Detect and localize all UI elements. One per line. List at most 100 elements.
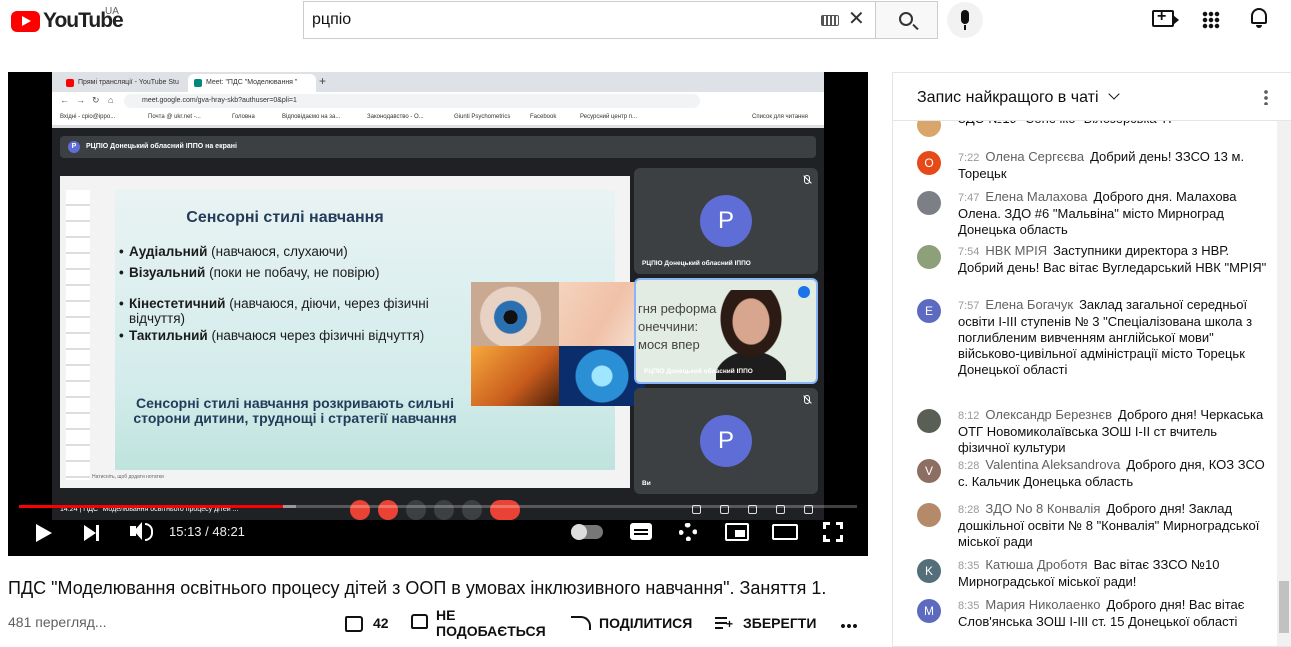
chat-messages[interactable]: ЗДО №19 "Сонечко" Білозерська ТГ О 7:22 Оле… [893,121,1277,646]
chat-author-avatar[interactable]: V [917,459,941,483]
chat-author-avatar[interactable]: K [917,559,941,583]
search-input[interactable] [312,11,802,29]
chat-scrollbar[interactable] [1277,121,1291,646]
speaker-background: гня реформа онеччини: мося впер [638,301,717,352]
presenter-avatar: P [68,141,80,153]
chat-timestamp: 8:35 [958,560,980,572]
chat-author-avatar[interactable] [917,191,941,215]
video-title: ПДС "Моделювання освітнього процесу діте… [8,578,827,598]
chat-scroll-thumb[interactable] [1279,581,1289,633]
share-button[interactable]: ПОДІЛИТИСЯ [599,615,692,631]
dislike-icon[interactable] [411,614,428,629]
speaker-video [716,290,786,380]
chat-message-body: 7:54 НВК МРІЯ Заступники директора з НВР. … [958,243,1267,276]
volume-icon[interactable] [130,522,153,541]
bookmark: Відповідаємо на за... [282,114,341,120]
chat-author-avatar[interactable]: E [917,299,941,323]
notifications-bell-icon[interactable] [1250,8,1268,28]
chat-author-name[interactable]: Олена Сергєєва [985,149,1084,164]
chat-message-body: 8:28 ЗДО No 8 Конвалія Доброго дня! Заклад… [958,501,1267,550]
chat-message-body: 8:28 Valentina Aleksandrova Доброго дня, К… [958,457,1267,490]
new-tab-icon: + [319,74,327,88]
chat-author-avatar[interactable]: О [917,151,941,175]
share-icon[interactable] [571,616,591,630]
create-video-icon[interactable] [1152,8,1179,27]
chat-message: E 7:57 Елена Богачук Заклад загальної серед… [917,297,1267,378]
keyboard-icon[interactable] [821,15,839,26]
apps-grid-icon[interactable] [1202,11,1220,29]
hang-up-icon [490,500,520,520]
video-player[interactable]: Прямі трансляції - YouTube Stu Meet: "ПД… [8,72,868,556]
reload-icon: ↻ [92,95,100,105]
chat-message: M 8:35 Мария Николаенко Доброго дня! Вас ві… [917,597,1267,630]
live-chat-replay: Запис найкращого в чаті ЗДО №19 "Сонечко… [892,72,1291,647]
chat-author-avatar[interactable] [917,409,941,433]
miniplayer-icon[interactable] [725,523,749,541]
bookmark: Список для читання [752,114,808,120]
chat-author-name[interactable]: Олександр Березнєв [985,407,1112,422]
dislike-button[interactable]: НЕ ПОДОБАЄТЬСЯ [436,607,546,639]
chat-message-body: ЗДО №19 "Сонечко" Білозерська ТГ [958,121,1267,127]
chat-timestamp: 7:22 [958,152,980,164]
more-actions-icon[interactable] [840,624,858,628]
chat-message: 8:28 ЗДО No 8 Конвалія Доброго дня! Заклад… [917,501,1267,550]
muted-mic-icon [804,175,810,184]
speaking-indicator-icon [798,286,810,298]
like-count[interactable]: 42 [373,615,389,631]
progress-bar[interactable] [19,505,857,508]
chat-author-name[interactable]: Катюша Дроботя [985,557,1087,572]
bookmark: Facebook [530,114,557,120]
settings-gear-icon[interactable] [679,523,697,541]
chat-mode-selector[interactable]: Запис найкращого в чаті [917,89,1099,107]
chat-author-name[interactable]: Valentina Aleksandrova [985,457,1120,472]
presenting-banner: P РЦПІО Донецький обласний ІППО на екран… [60,136,816,158]
address-bar: meet.google.com/gva-hray-skb?authuser=0&… [124,94,700,108]
bookmark: Ресурсний центр п... [580,114,638,120]
next-video-icon[interactable] [84,525,99,541]
search-button[interactable] [875,1,938,39]
chat-timestamp: 8:28 [958,504,980,516]
time-display: 15:13 / 48:21 [169,524,245,539]
subtitles-icon[interactable] [630,523,652,540]
chat-message-body: 7:47 Елена Малахова Доброго дня. Малахова … [958,189,1267,238]
country-code: UA [105,6,119,17]
youtube-play-icon [11,10,40,32]
slide-bullet: Кінестетичний (навчаюся, діючи, через фі… [119,296,429,326]
chat-author-name[interactable]: Елена Богачук [985,297,1073,312]
chat-author-name[interactable]: НВК МРІЯ [985,243,1047,258]
chat-message-body: 8:35 Мария Николаенко Доброго дня! Вас віт… [958,597,1267,630]
chat-message-body: 8:35 Катюша Дроботя Вас вітає ЗЗСО №10 Мир… [958,557,1267,590]
save-button[interactable]: ЗБЕРЕГТИ [743,615,816,631]
mic-off-icon [350,500,370,520]
chat-author-name[interactable]: ЗДО No 8 Конвалія [985,501,1100,516]
voice-search-button[interactable] [947,2,983,38]
bookmark: Вхідні - cpio@ippo... [60,114,116,120]
eye-photo [471,282,559,346]
clear-search-icon[interactable]: ✕ [848,9,865,29]
autoplay-toggle[interactable] [571,524,603,540]
chat-author-avatar[interactable] [917,503,941,527]
chevron-down-icon[interactable] [1108,88,1120,100]
slide-bullet: Візуальний (поки не побачу, не повірю) [119,265,429,280]
chat-timestamp: 7:54 [958,246,980,258]
home-icon: ⌂ [108,95,114,105]
youtube-tab-icon [66,79,74,87]
raise-hand-icon [406,500,426,520]
chat-message: ЗДО №19 "Сонечко" Білозерська ТГ [917,121,1267,137]
chat-timestamp: 7:57 [958,300,980,312]
chat-author-avatar[interactable] [917,245,941,269]
fullscreen-icon[interactable] [823,522,843,542]
chat-author-name[interactable]: Мария Николаенко [985,597,1100,612]
theater-mode-icon[interactable] [772,524,798,540]
play-icon[interactable] [36,524,52,542]
search-box: ✕ [303,1,876,39]
chat-author-avatar[interactable]: M [917,599,941,623]
participant-avatar: P [700,415,752,467]
view-count[interactable]: 481 перегляд... [8,614,107,630]
save-to-playlist-icon[interactable] [715,617,733,630]
chat-menu-icon[interactable] [1264,89,1268,105]
chat-message-body: 7:22 Олена Сергєєва Добрий день! ЗЗСО 13 м… [958,149,1267,182]
like-icon[interactable] [345,616,363,632]
chat-author-avatar[interactable] [917,121,941,137]
chat-author-name[interactable]: Елена Малахова [985,189,1087,204]
